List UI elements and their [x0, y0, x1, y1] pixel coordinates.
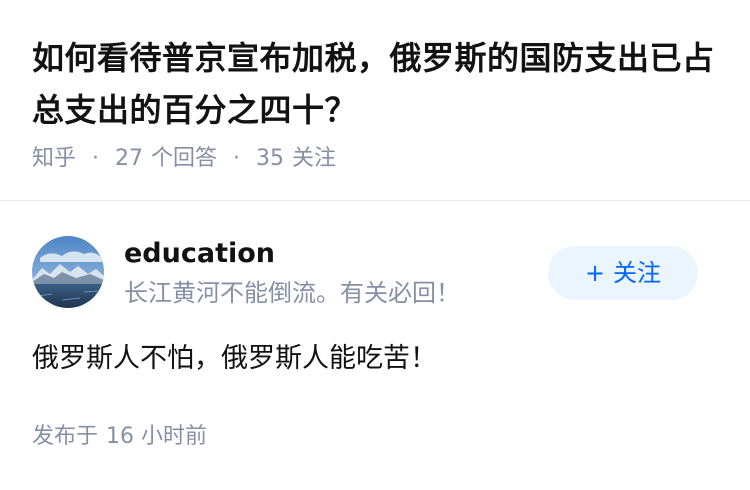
- question-title[interactable]: 如何看待普京宣布加税，俄罗斯的国防支出已占总支出的百分之四十？: [32, 32, 722, 136]
- question-meta: 知乎 · 27 个回答 · 35 关注: [32, 144, 722, 174]
- followers-count: 35: [256, 146, 285, 171]
- publish-info: 发布于 16 小时前: [32, 422, 207, 452]
- author-card: education 长江黄河不能倒流。有关必回！ + 关注: [32, 236, 722, 310]
- follow-label: 关注: [613, 259, 662, 287]
- author-name[interactable]: education: [124, 236, 275, 272]
- meta-separator: ·: [92, 146, 100, 171]
- plus-icon: +: [584, 259, 606, 287]
- mountain-lake-avatar-icon[interactable]: [32, 236, 104, 308]
- follow-button[interactable]: + 关注: [548, 246, 698, 300]
- author-bio: 长江黄河不能倒流。有关必回！: [124, 279, 460, 307]
- published-label: 发布于: [32, 424, 99, 449]
- meta-separator: ·: [233, 146, 241, 171]
- answer-content[interactable]: 俄罗斯人不怕，俄罗斯人能吃苦！: [32, 338, 722, 380]
- question-header: 如何看待普京宣布加税，俄罗斯的国防支出已占总支出的百分之四十？ 知乎 · 27 …: [32, 32, 722, 174]
- answers-count: 27: [115, 146, 144, 171]
- followers-label[interactable]: 关注: [292, 144, 336, 174]
- answers-label[interactable]: 个回答: [151, 144, 217, 174]
- source-label[interactable]: 知乎: [32, 144, 76, 174]
- published-time: 16 小时前: [106, 424, 208, 449]
- section-divider: [0, 200, 750, 201]
